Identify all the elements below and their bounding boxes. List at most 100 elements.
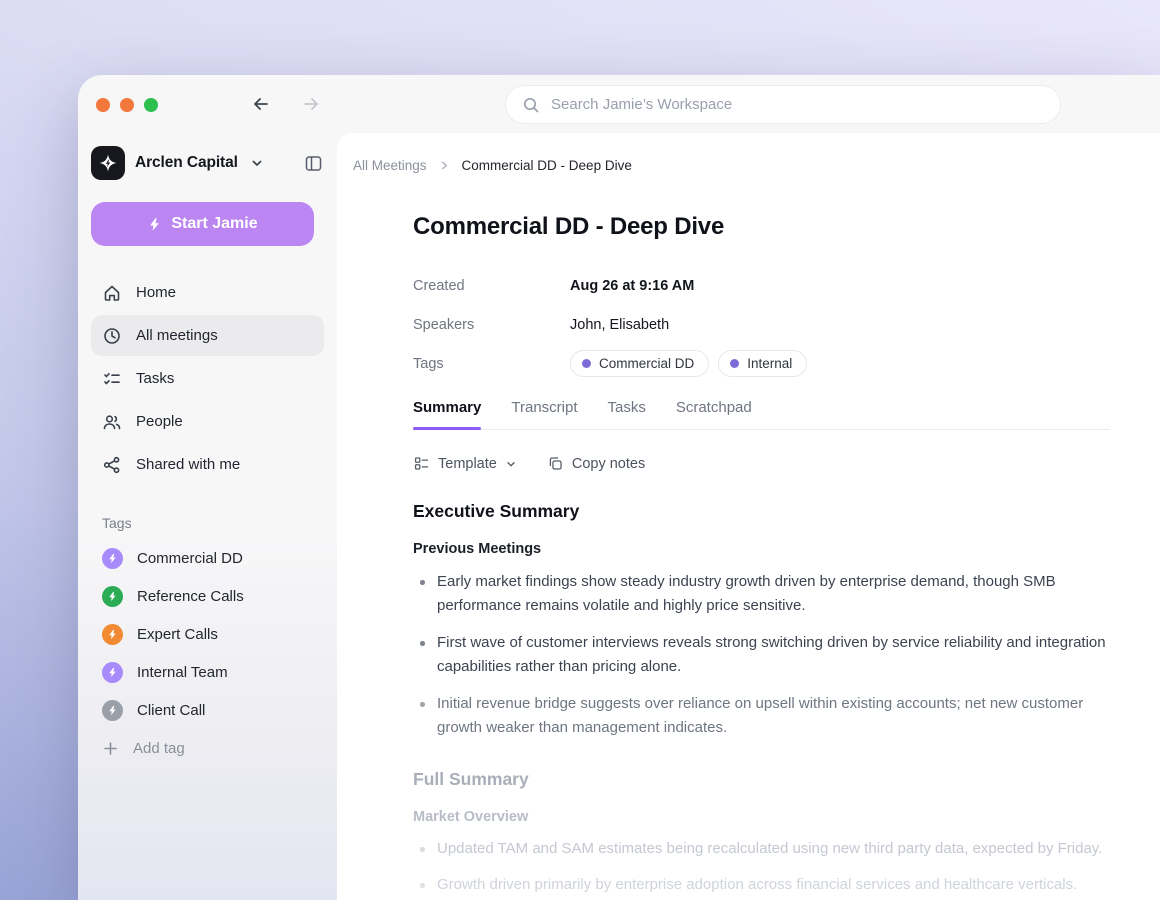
main-panel: All Meetings Commercial DD - Deep Dive C… (337, 133, 1160, 900)
plus-icon (102, 740, 119, 757)
template-label: Template (438, 455, 497, 472)
sidebar-item-home[interactable]: Home (91, 272, 324, 313)
full-summary-bullets: Updated TAM and SAM estimates being reca… (413, 837, 1110, 900)
breadcrumb: All Meetings Commercial DD - Deep Dive (353, 158, 1160, 173)
tab-label: Transcript (511, 399, 578, 416)
created-value: Aug 26 at 9:16 AM (570, 277, 695, 294)
window-controls (96, 98, 158, 112)
workspace-logo (91, 146, 125, 180)
sidebar-item-label: Shared with me (136, 456, 241, 473)
search-placeholder: Search Jamie’s Workspace (551, 96, 733, 113)
workspace-name: Arclen Capital (135, 154, 238, 171)
breadcrumb-separator-icon (439, 160, 450, 171)
sidebar: Arclen Capital Start Jamie Home All meet… (78, 133, 337, 900)
tag-bolt-icon (102, 661, 123, 683)
search-icon (522, 96, 540, 114)
copy-notes-button[interactable]: Copy notes (547, 455, 645, 472)
bullet-item: Early market findings show steady indust… (413, 570, 1110, 618)
back-arrow-icon[interactable] (248, 91, 274, 117)
breadcrumb-current: Commercial DD - Deep Dive (461, 158, 632, 173)
sidebar-item-label: People (136, 413, 183, 430)
sidebar-tag-client-call[interactable]: Client Call (91, 691, 324, 729)
sidebar-item-label: Home (136, 284, 177, 301)
tag-bolt-icon (102, 547, 123, 569)
meta-row-speakers: Speakers John, Elisabeth (413, 305, 1110, 344)
page-title: Commercial DD - Deep Dive (413, 213, 725, 240)
speakers-value: John, Elisabeth (570, 316, 670, 333)
bullet-item: Updated TAM and SAM estimates being reca… (413, 837, 1110, 861)
tab-scratchpad[interactable]: Scratchpad (676, 399, 752, 429)
people-icon (102, 412, 122, 432)
sidebar-item-all-meetings[interactable]: All meetings (91, 315, 324, 356)
window-zoom-button[interactable] (144, 98, 158, 112)
window-close-button[interactable] (96, 98, 110, 112)
window-minimize-button[interactable] (120, 98, 134, 112)
tag-bolt-icon (102, 699, 123, 721)
subheading-previous-meetings: Previous Meetings (413, 541, 542, 557)
share-icon (102, 455, 122, 475)
bullet-item: Growth driven primarily by enterprise ad… (413, 873, 1110, 897)
checklist-icon (102, 369, 122, 389)
forward-arrow-icon[interactable] (298, 91, 324, 117)
history-navigation (248, 91, 324, 117)
pill-dot-icon (582, 359, 591, 368)
chevron-down-icon (505, 458, 517, 470)
template-button[interactable]: Template (413, 455, 517, 472)
sidebar-item-label: All meetings (136, 327, 218, 344)
summary-toolbar: Template Copy notes (413, 455, 1110, 472)
section-heading-executive-summary: Executive Summary (413, 501, 580, 521)
tab-label: Tasks (607, 399, 646, 416)
tag-label: Client Call (137, 701, 206, 719)
start-jamie-button[interactable]: Start Jamie (91, 202, 314, 246)
template-icon (413, 455, 430, 472)
active-tab-underline (413, 427, 482, 430)
home-icon (102, 283, 122, 303)
sidebar-item-people[interactable]: People (91, 401, 324, 442)
tab-bar: Summary Transcript Tasks Scratchpad (413, 399, 1110, 430)
tags-section-header: Tags (102, 515, 132, 531)
tag-bolt-icon (102, 623, 123, 645)
sidebar-nav: Home All meetings Tasks People Shared wi… (91, 272, 324, 485)
tag-label: Commercial DD (137, 549, 243, 567)
sidebar-tag-internal-team[interactable]: Internal Team (91, 653, 324, 691)
tag-pill-internal[interactable]: Internal (718, 350, 808, 377)
speakers-label: Speakers (413, 316, 475, 333)
pill-dot-icon (730, 359, 740, 368)
app-window: Search Jamie’s Workspace Arclen Capital (78, 75, 1160, 900)
search-input[interactable]: Search Jamie’s Workspace (505, 85, 1061, 124)
tab-label: Scratchpad (675, 399, 752, 416)
add-tag-label: Add tag (133, 739, 185, 757)
copy-notes-label: Copy notes (571, 455, 646, 472)
bullet-item: Initial revenue bridge suggests over rel… (413, 692, 1110, 740)
tab-summary[interactable]: Summary (413, 399, 482, 430)
breadcrumb-all-meetings[interactable]: All Meetings (353, 158, 427, 173)
clock-icon (102, 326, 122, 346)
meta-row-created: Created Aug 26 at 9:16 AM (413, 266, 1110, 305)
copy-icon (547, 455, 564, 472)
sidebar-tag-reference-calls[interactable]: Reference Calls (91, 577, 324, 615)
sidebar-item-shared-with-me[interactable]: Shared with me (91, 444, 324, 485)
pill-label: Commercial DD (599, 356, 695, 371)
sidebar-tag-expert-calls[interactable]: Expert Calls (91, 615, 324, 653)
tag-label: Expert Calls (137, 625, 218, 643)
tab-transcript[interactable]: Transcript (511, 399, 577, 429)
tag-pill-commercial-dd[interactable]: Commercial DD (570, 350, 710, 377)
created-label: Created (413, 277, 465, 294)
meta-row-tags: Tags Commercial DD Internal (413, 344, 1110, 383)
tags-label: Tags (413, 355, 444, 372)
tab-tasks[interactable]: Tasks (608, 399, 646, 429)
subheading-market-overview: Market Overview (413, 809, 529, 825)
executive-summary-bullets: Early market findings show steady indust… (413, 570, 1110, 740)
start-jamie-label: Start Jamie (171, 215, 258, 232)
workspace-switcher[interactable]: Arclen Capital (91, 146, 323, 180)
sidebar-tag-commercial-dd[interactable]: Commercial DD (91, 539, 324, 577)
sidebar-item-label: Tasks (136, 370, 175, 387)
lightning-bolt-icon (147, 217, 162, 232)
tag-label: Reference Calls (137, 587, 244, 605)
sidebar-collapse-icon[interactable] (304, 154, 323, 173)
sidebar-tag-list: Commercial DD Reference Calls Expert Cal… (91, 539, 324, 729)
add-tag-button[interactable]: Add tag (91, 729, 324, 767)
section-heading-full-summary: Full Summary (413, 769, 529, 789)
sidebar-item-tasks[interactable]: Tasks (91, 358, 324, 399)
pill-label: Internal (747, 356, 793, 371)
